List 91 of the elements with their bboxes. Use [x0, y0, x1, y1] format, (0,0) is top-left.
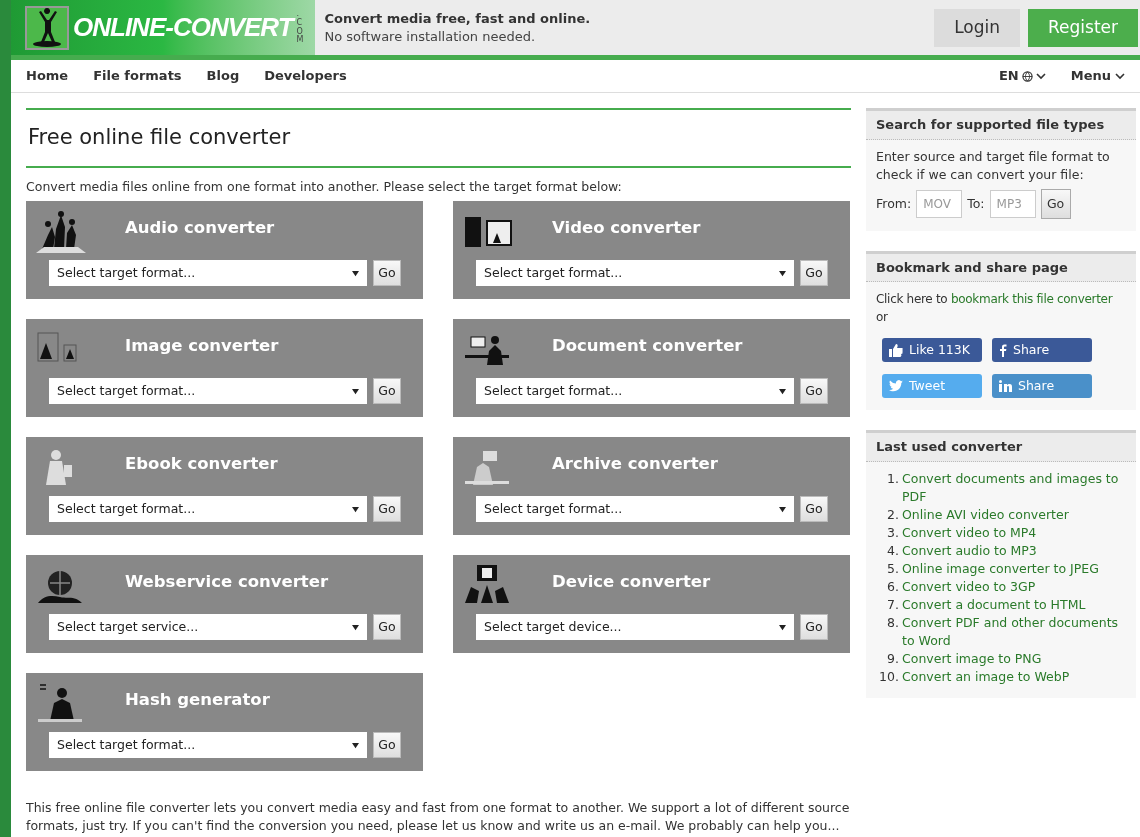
- bookmark-link[interactable]: bookmark this file converter: [950, 292, 1113, 306]
- dropdown-arrow-icon: [779, 387, 786, 395]
- bird-icon: [889, 380, 903, 392]
- linkedin-icon: [999, 380, 1012, 392]
- list-number: 8.: [886, 613, 900, 632]
- dropdown-arrow-icon: [352, 387, 359, 395]
- converter-title: Device converter: [552, 571, 711, 594]
- list-number: 10.: [878, 667, 900, 686]
- help-text: Enter source and target file format to check if we can convert your file:: [876, 147, 1111, 184]
- select-dropdown[interactable]: Select target format...: [49, 732, 367, 759]
- chevron-icon: [1035, 72, 1046, 80]
- converter-link[interactable]: Convert documents and images to PDF: [902, 469, 1126, 506]
- converter-link[interactable]: Online image converter to JPEG: [902, 559, 1099, 578]
- list-number: 6.: [886, 577, 900, 596]
- subtagline: No software installation needed.: [324, 27, 537, 46]
- converter-title: Hash generator: [125, 689, 270, 712]
- select-dropdown[interactable]: Select target format...: [476, 378, 794, 405]
- converter-title: Webservice converter: [125, 571, 329, 594]
- to-field[interactable]: MP3: [989, 189, 1036, 218]
- list-number: 7.: [886, 595, 900, 614]
- converter-title: Ebook converter: [125, 453, 278, 476]
- converter-link[interactable]: Convert audio to MP3: [902, 541, 1037, 560]
- select-dropdown[interactable]: Select target device...: [476, 614, 794, 641]
- logo-text: ONLINE-CONVERT: [73, 11, 293, 44]
- select-dropdown[interactable]: Select target format...: [476, 260, 794, 287]
- dropdown-arrow-icon: [352, 505, 359, 513]
- facebook-button[interactable]: Share: [992, 338, 1092, 362]
- converter-title: Archive converter: [552, 453, 718, 476]
- converter-title: Video converter: [552, 217, 701, 240]
- dropdown-arrow-icon: [779, 269, 786, 277]
- select-dropdown[interactable]: Select target service...: [49, 614, 367, 641]
- dropdown-arrow-icon: [779, 505, 786, 513]
- login-button[interactable]: Login: [934, 8, 1020, 47]
- from-label: From:: [876, 194, 912, 213]
- nav-link[interactable]: File formats: [93, 66, 182, 86]
- page-title: Free online file converter: [27, 124, 292, 151]
- panel-title: Bookmark and share page: [876, 258, 1069, 277]
- list-number: 5.: [886, 559, 900, 578]
- nav-link[interactable]: Blog: [206, 66, 240, 86]
- dropdown-arrow-icon: [352, 269, 359, 277]
- converter-link[interactable]: Convert video to 3GP: [902, 577, 1036, 596]
- select-dropdown[interactable]: Select target format...: [49, 496, 367, 523]
- go-button[interactable]: Go: [373, 614, 401, 641]
- from-field[interactable]: MOV: [916, 189, 963, 218]
- list-number: 1.: [886, 469, 900, 488]
- dropdown-arrow-icon: [352, 741, 359, 749]
- tagline: Convert media free, fast and online.: [324, 9, 591, 28]
- converter-title: Document converter: [552, 335, 743, 358]
- list-number: 4.: [886, 541, 900, 560]
- go-button[interactable]: Go: [800, 260, 828, 287]
- dropdown-arrow-icon: [779, 623, 786, 631]
- select-dropdown[interactable]: Select target format...: [49, 260, 367, 287]
- dropdown-arrow-icon: [352, 623, 359, 631]
- converter-link[interactable]: Convert an image to WebP: [902, 667, 1070, 686]
- nav-link[interactable]: Developers: [264, 66, 347, 86]
- list-number: 3.: [886, 523, 900, 542]
- go-button[interactable]: Go: [800, 496, 828, 523]
- description-text: This free online file converter lets you convert media easy and fast from one format to another. We support a lot of different source formats, just try. If you can't find the conversion you need, please let us know and write us an e-mail. We probably can help you...: [26, 799, 851, 836]
- go-button[interactable]: Go: [373, 496, 401, 523]
- globe-icon: [1021, 70, 1033, 82]
- go-button[interactable]: Go: [800, 378, 828, 405]
- panel-title: Search for supported file types: [876, 116, 1106, 134]
- go-button[interactable]: Go: [1040, 188, 1071, 219]
- chevron-icon: [1115, 72, 1125, 80]
- like-button[interactable]: Like 113K: [882, 338, 982, 362]
- converter-link[interactable]: Online AVI video converter: [902, 505, 1069, 524]
- converter-link[interactable]: Convert image to PNG: [902, 649, 1042, 668]
- go-button[interactable]: Go: [373, 260, 401, 287]
- to-label: To:: [967, 194, 985, 213]
- figure-icon: [25, 5, 69, 50]
- converter-link[interactable]: Convert a document to HTML: [902, 595, 1086, 614]
- bookmark-text: Click here to bookmark this file converter or: [876, 291, 1114, 326]
- converter-link[interactable]: Convert PDF and other documents to Word: [902, 613, 1126, 650]
- converter-title: Image converter: [125, 335, 279, 358]
- converter-title: Audio converter: [125, 217, 275, 240]
- go-button[interactable]: Go: [800, 614, 828, 641]
- panel-title: Last used converter: [876, 438, 1024, 456]
- go-button[interactable]: Go: [373, 732, 401, 759]
- menu-button[interactable]: Menu: [1070, 66, 1125, 86]
- language-menu[interactable]: EN: [998, 66, 1046, 86]
- converter-link[interactable]: Convert video to MP4: [902, 523, 1037, 542]
- intro-text: Convert media files online from one format into another. Please select the target format below:: [26, 177, 623, 196]
- list-number: 2.: [886, 505, 900, 524]
- facebook-icon: [999, 343, 1007, 357]
- nav-link[interactable]: Home: [26, 66, 69, 86]
- thumbs-up-icon: [889, 343, 903, 357]
- logo-suffix: .COM: [296, 9, 305, 46]
- select-dropdown[interactable]: Select target format...: [476, 496, 794, 523]
- select-dropdown[interactable]: Select target format...: [49, 378, 367, 405]
- go-button[interactable]: Go: [373, 378, 401, 405]
- list-number: 9.: [886, 649, 900, 668]
